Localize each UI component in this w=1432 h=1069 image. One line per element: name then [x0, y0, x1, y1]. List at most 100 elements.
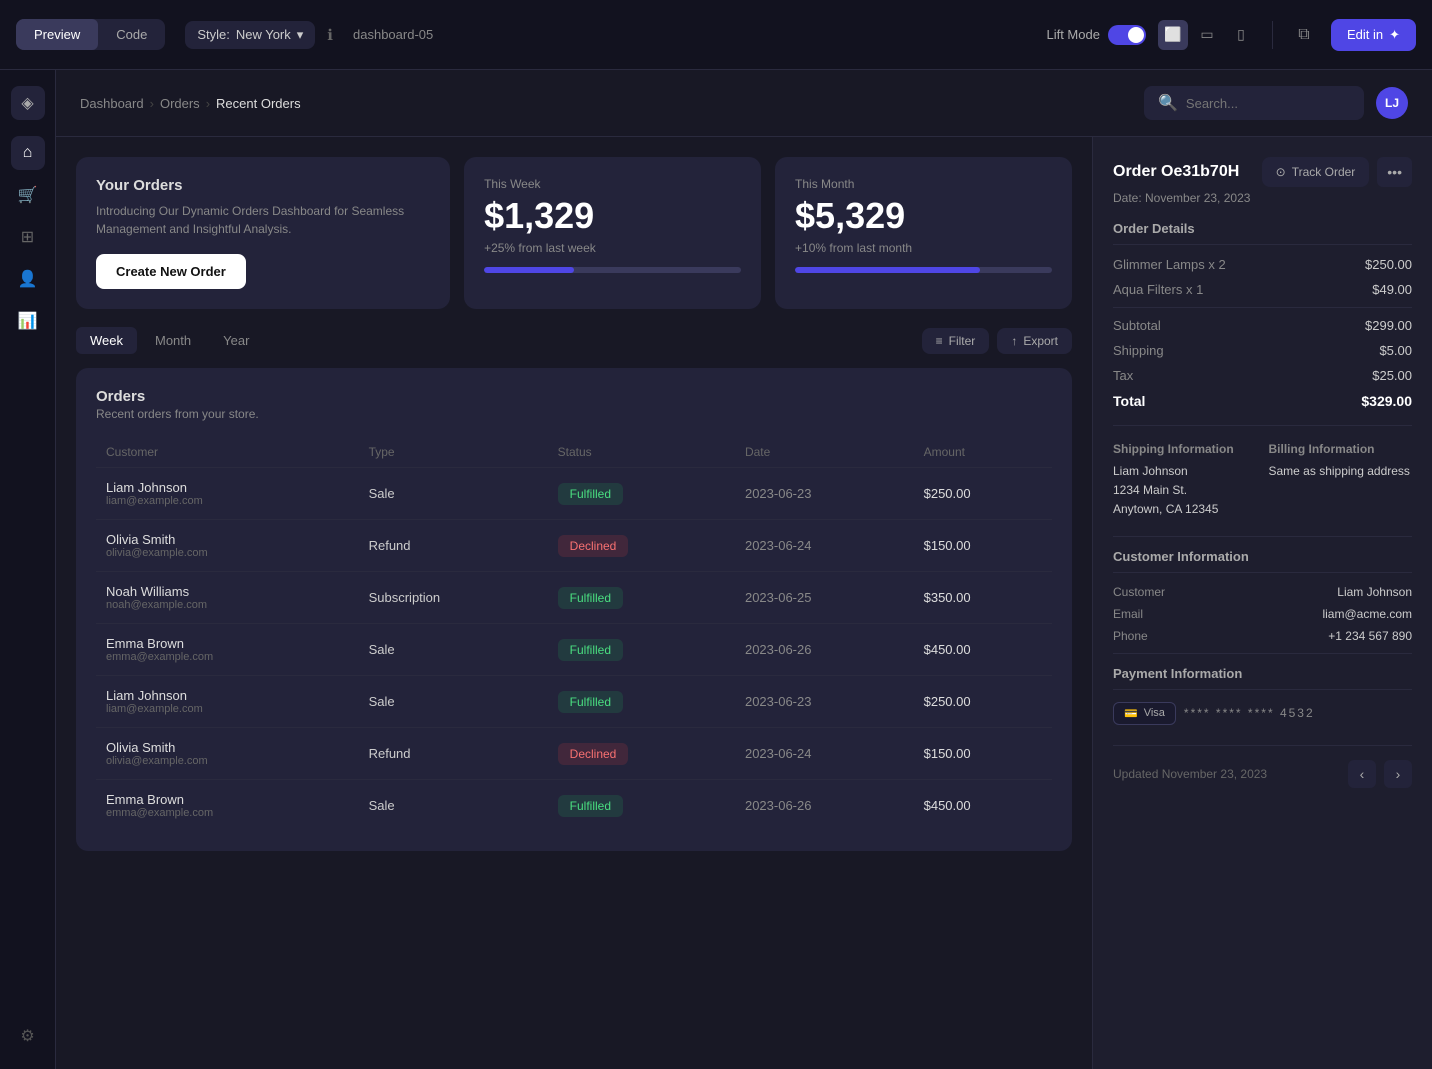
breadcrumb-recent-orders: Recent Orders	[216, 96, 301, 111]
panel-footer: Updated November 23, 2023 ‹ ›	[1113, 745, 1412, 788]
shipping-value: $5.00	[1379, 343, 1412, 358]
status-badge: Declined	[558, 535, 629, 557]
this-week-progress-bar	[484, 267, 741, 273]
this-week-change: +25% from last week	[484, 241, 741, 255]
search-bar[interactable]: 🔍	[1144, 86, 1364, 120]
table-row[interactable]: Liam Johnson liam@example.com Sale Fulfi…	[96, 468, 1052, 520]
topbar-divider	[1272, 21, 1273, 49]
status-badge: Fulfilled	[558, 587, 623, 609]
slug-label: dashboard-05	[353, 27, 433, 42]
tax-row: Tax $25.00	[1113, 368, 1412, 383]
table-row[interactable]: Olivia Smith olivia@example.com Refund D…	[96, 728, 1052, 780]
phone-row: Phone +1 234 567 890	[1113, 629, 1412, 643]
col-status: Status	[548, 437, 735, 468]
topbar-right: Lift Mode ⬜ ▭ ▯ ⧉ Edit in ✦	[1046, 19, 1416, 51]
this-month-progress-bar	[795, 267, 1052, 273]
table-row[interactable]: Liam Johnson liam@example.com Sale Fulfi…	[96, 676, 1052, 728]
customer-info-title: Customer Information	[1113, 549, 1412, 573]
info-icon: ℹ	[327, 26, 333, 44]
customer-cell: Liam Johnson liam@example.com	[96, 676, 359, 728]
mobile-view-icon[interactable]: ▯	[1226, 20, 1256, 50]
sidebar-item-cart[interactable]: 🛒	[11, 178, 45, 212]
date-cell: 2023-06-25	[735, 572, 914, 624]
sidebar-item-grid[interactable]: ⊞	[11, 220, 45, 254]
sidebar-item-home[interactable]: ⌂	[11, 136, 45, 170]
divider-1	[1113, 307, 1412, 308]
tab-year[interactable]: Year	[209, 327, 263, 354]
sidebar-settings[interactable]: ⚙	[11, 1019, 45, 1053]
export-label: Export	[1023, 334, 1058, 348]
export-button[interactable]: ↑ Export	[997, 328, 1072, 354]
panel-header: Order Oe31b70H ⊙ Track Order •••	[1113, 157, 1412, 187]
type-cell: Sale	[359, 676, 548, 728]
card-number-mask: **** **** **** 4532	[1184, 706, 1315, 720]
more-options-button[interactable]: •••	[1377, 157, 1412, 187]
table-row[interactable]: Olivia Smith olivia@example.com Refund D…	[96, 520, 1052, 572]
status-cell: Declined	[548, 520, 735, 572]
orders-table-head: Customer Type Status Date Amount	[96, 437, 1052, 468]
track-order-button[interactable]: ⊙ Track Order	[1262, 157, 1370, 187]
copy-icon[interactable]: ⧉	[1289, 20, 1319, 50]
preview-code-toggle: Preview Code	[16, 19, 165, 50]
preview-button[interactable]: Preview	[16, 19, 98, 50]
dashboard-left: Your Orders Introducing Our Dynamic Orde…	[56, 137, 1092, 1069]
date-cell: 2023-06-23	[735, 468, 914, 520]
col-date: Date	[735, 437, 914, 468]
shipping-label: Shipping	[1113, 343, 1164, 358]
customer-row: Customer Liam Johnson	[1113, 585, 1412, 599]
dashboard: Your Orders Introducing Our Dynamic Orde…	[56, 137, 1432, 1069]
this-month-amount: $5,329	[795, 195, 1052, 237]
search-input[interactable]	[1186, 96, 1350, 111]
customer-email: emma@example.com	[106, 807, 349, 819]
shipping-row: Shipping $5.00	[1113, 343, 1412, 358]
sidebar-logo: ◈	[11, 86, 45, 120]
time-tabs: Week Month Year	[76, 327, 263, 354]
tax-label: Tax	[1113, 368, 1133, 383]
filter-button[interactable]: ≡ Filter	[922, 328, 990, 354]
tax-value: $25.00	[1372, 368, 1412, 383]
status-cell: Declined	[548, 728, 735, 780]
customer-email: olivia@example.com	[106, 755, 349, 767]
date-cell: 2023-06-24	[735, 728, 914, 780]
customer-name: Liam Johnson	[106, 688, 349, 703]
tab-month[interactable]: Month	[141, 327, 205, 354]
next-arrow-button[interactable]: ›	[1384, 760, 1412, 788]
export-icon: ↑	[1011, 334, 1017, 348]
time-tabs-row: Week Month Year ≡ Filter ↑ Export	[76, 327, 1072, 354]
amount-cell: $250.00	[914, 468, 1052, 520]
table-row[interactable]: Emma Brown emma@example.com Sale Fulfill…	[96, 780, 1052, 832]
tablet-view-icon[interactable]: ▭	[1192, 20, 1222, 50]
status-cell: Fulfilled	[548, 624, 735, 676]
tab-week[interactable]: Week	[76, 327, 137, 354]
create-order-button[interactable]: Create New Order	[96, 254, 246, 289]
order-item-1-name: Glimmer Lamps x 2	[1113, 257, 1226, 272]
customer-email: liam@example.com	[106, 703, 349, 715]
cards-row: Your Orders Introducing Our Dynamic Orde…	[76, 157, 1072, 309]
sidebar-item-users[interactable]: 👤	[11, 262, 45, 296]
content-area: Dashboard › Orders › Recent Orders 🔍 LJ	[56, 70, 1432, 1069]
customer-cell: Emma Brown emma@example.com	[96, 624, 359, 676]
table-row[interactable]: Noah Williams noah@example.com Subscript…	[96, 572, 1052, 624]
edit-button[interactable]: Edit in ✦	[1331, 19, 1416, 51]
col-amount: Amount	[914, 437, 1052, 468]
table-row[interactable]: Emma Brown emma@example.com Sale Fulfill…	[96, 624, 1052, 676]
code-button[interactable]: Code	[98, 19, 165, 50]
prev-arrow-button[interactable]: ‹	[1348, 760, 1376, 788]
this-week-progress-fill	[484, 267, 574, 273]
customer-name: Emma Brown	[106, 792, 349, 807]
desktop-view-icon[interactable]: ⬜	[1158, 20, 1188, 50]
order-item-1: Glimmer Lamps x 2 $250.00	[1113, 257, 1412, 272]
nav-arrows: ‹ ›	[1348, 760, 1412, 788]
breadcrumb-dashboard[interactable]: Dashboard	[80, 96, 144, 111]
breadcrumb-orders[interactable]: Orders	[160, 96, 200, 111]
order-date: Date: November 23, 2023	[1113, 191, 1412, 205]
order-details-title: Order Details	[1113, 221, 1412, 245]
phone-value: +1 234 567 890	[1328, 629, 1412, 643]
search-icon: 🔍	[1158, 93, 1178, 113]
edit-label: Edit in	[1347, 27, 1383, 42]
lift-mode-toggle[interactable]	[1108, 25, 1146, 45]
logo-icon: ◈	[21, 93, 33, 113]
style-selector[interactable]: Style: New York ▾	[185, 21, 315, 49]
sidebar-item-chart[interactable]: 📊	[11, 304, 45, 338]
billing-info-title: Billing Information	[1269, 442, 1413, 456]
